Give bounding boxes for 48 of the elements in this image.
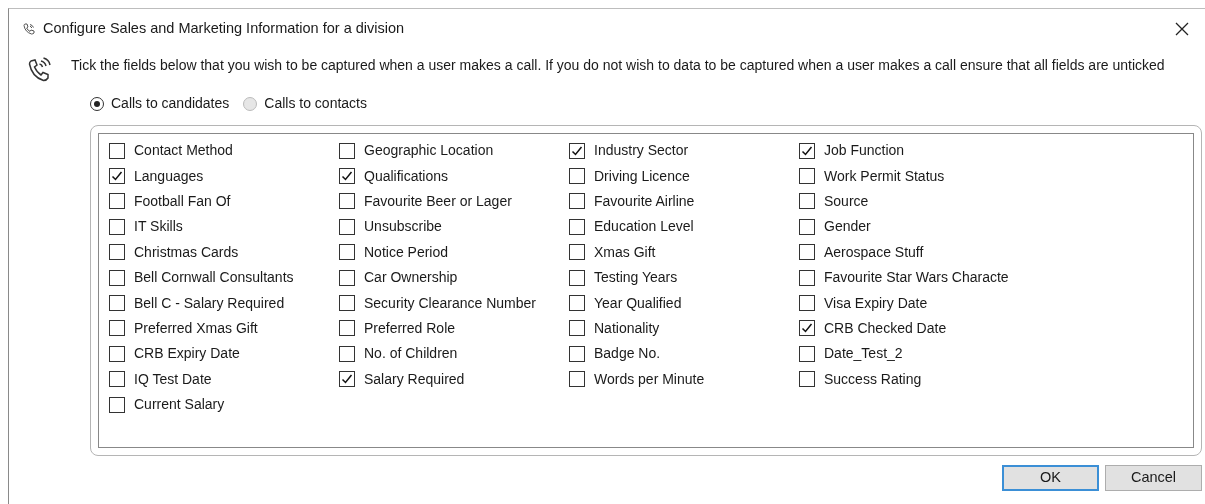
field-checkbox[interactable]: Languages <box>109 163 339 189</box>
field-checkbox[interactable]: Visa Expiry Date <box>799 290 1029 316</box>
field-checkbox[interactable]: Badge No. <box>569 341 799 367</box>
field-checkbox[interactable]: Unsubscribe <box>339 214 569 240</box>
field-checkbox[interactable]: Football Fan Of <box>109 188 339 215</box>
field-checkbox[interactable]: Favourite Beer or Lager <box>339 188 569 215</box>
field-checkbox[interactable]: Education Level <box>569 214 799 240</box>
field-checkbox[interactable]: Testing Years <box>569 264 799 291</box>
radio-option[interactable]: Calls to candidates <box>90 93 230 114</box>
field-checkbox[interactable]: Geographic Location <box>339 138 569 164</box>
field-checkbox[interactable]: No. of Children <box>339 341 569 367</box>
field-checkbox[interactable]: Christmas Cards <box>109 239 339 265</box>
field-checkbox[interactable]: Year Qualified <box>569 290 799 316</box>
field-checkbox[interactable]: Xmas Gift <box>569 239 799 265</box>
field-checkbox[interactable]: Favourite Star Wars Characte <box>799 264 1029 291</box>
field-checkbox[interactable]: Favourite Airline <box>569 188 799 215</box>
field-checkbox[interactable]: Bell C - Salary Required <box>109 290 339 316</box>
field-checkbox[interactable]: Job Function <box>799 138 1029 164</box>
field-checkbox[interactable]: Car Ownership <box>339 264 569 291</box>
radio-option[interactable]: Calls to contacts <box>243 93 367 114</box>
field-checkbox[interactable]: IQ Test Date <box>109 366 339 392</box>
field-checkbox[interactable]: Words per Minute <box>569 366 799 392</box>
field-checkbox[interactable]: Gender <box>799 214 1029 240</box>
dialog-button[interactable]: OK <box>1002 465 1099 491</box>
field-checkbox[interactable]: IT Skills <box>109 214 339 240</box>
field-checkbox[interactable]: Security Clearance Number <box>339 290 569 316</box>
field-checkbox[interactable]: Preferred Xmas Gift <box>109 315 339 342</box>
field-checkbox[interactable]: Date_Test_2 <box>799 341 1029 367</box>
field-checkbox[interactable]: Aerospace Stuff <box>799 239 1029 265</box>
field-checkbox[interactable]: Bell Cornwall Consultants <box>109 264 339 291</box>
field-checkbox[interactable]: Work Permit Status <box>799 163 1029 189</box>
phone-icon <box>23 23 35 35</box>
instruction-text: Tick the fields below that you wish to be captured when a user makes a call. If you do not wish to data to be captured when a user makes a call ensure that all fields are unticked <box>71 56 1165 75</box>
field-checkbox[interactable]: Industry Sector <box>569 138 799 164</box>
field-checkbox[interactable]: CRB Checked Date <box>799 315 1029 342</box>
field-checkbox[interactable]: Preferred Role <box>339 315 569 342</box>
field-checkbox[interactable]: Current Salary <box>109 391 339 418</box>
field-checkbox[interactable]: Success Rating <box>799 366 1029 392</box>
field-checkbox[interactable]: Nationality <box>569 315 799 342</box>
field-checkbox[interactable]: Contact Method <box>109 138 339 164</box>
window-title: Configure Sales and Marketing Information for a division <box>43 19 405 39</box>
field-checkbox[interactable]: Driving Licence <box>569 163 799 189</box>
field-checkbox[interactable]: CRB Expiry Date <box>109 341 339 367</box>
dialog-button[interactable]: Cancel <box>1105 465 1202 491</box>
field-checkbox[interactable]: Source <box>799 188 1029 215</box>
field-checkbox[interactable]: Salary Required <box>339 366 569 392</box>
field-checkbox[interactable]: Notice Period <box>339 239 569 265</box>
field-checkbox[interactable]: Qualifications <box>339 163 569 189</box>
